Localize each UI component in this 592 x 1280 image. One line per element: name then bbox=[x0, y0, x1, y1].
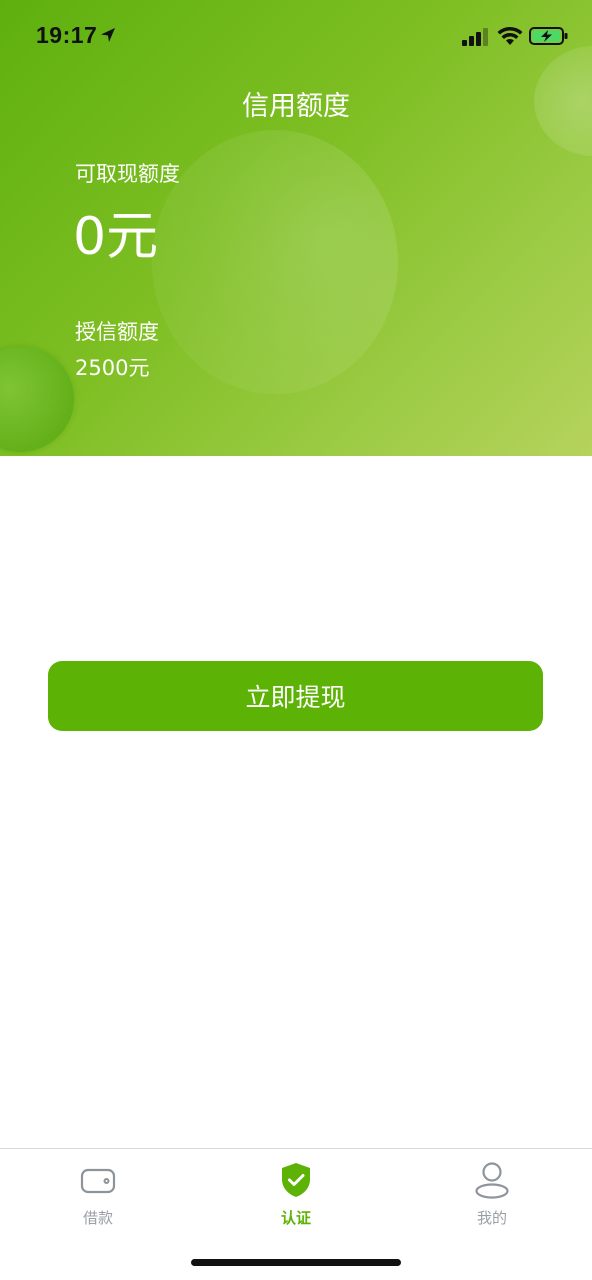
tab-loan[interactable]: 借款 bbox=[38, 1149, 158, 1239]
status-bar: 19:17 bbox=[0, 0, 592, 70]
decor-circle bbox=[152, 130, 398, 394]
person-icon bbox=[475, 1162, 509, 1199]
tab-mine-label: 我的 bbox=[476, 1209, 507, 1227]
credit-header-panel: 19:17 信用额度 可取现额度 0元 授信额度 2500元 bbox=[0, 0, 592, 456]
withdraw-now-button[interactable]: 立即提现 bbox=[48, 661, 543, 731]
credit-limit-value: 2500元 bbox=[75, 356, 150, 380]
app-screen: 19:17 信用额度 可取现额度 0元 授信额度 2500元 立即提现 借款 认… bbox=[0, 0, 592, 1280]
tab-loan-label: 借款 bbox=[82, 1209, 113, 1227]
location-arrow-icon bbox=[101, 28, 115, 42]
available-amount-label: 可取现额度 bbox=[75, 162, 180, 186]
battery-charging-icon bbox=[529, 27, 568, 45]
tab-mine[interactable]: 我的 bbox=[432, 1149, 552, 1239]
cellular-signal-icon bbox=[462, 28, 488, 46]
status-time: 19:17 bbox=[36, 22, 98, 48]
tab-auth-label: 认证 bbox=[280, 1209, 311, 1227]
available-amount-value: 0元 bbox=[73, 207, 159, 267]
home-indicator[interactable] bbox=[191, 1259, 401, 1266]
tab-auth[interactable]: 认证 bbox=[236, 1149, 356, 1239]
credit-limit-label: 授信额度 bbox=[75, 320, 159, 344]
shield-check-icon bbox=[282, 1163, 310, 1197]
decor-circle bbox=[0, 346, 74, 452]
wifi-icon bbox=[497, 26, 523, 45]
wallet-icon bbox=[80, 1168, 116, 1194]
page-title: 信用额度 bbox=[242, 91, 350, 122]
